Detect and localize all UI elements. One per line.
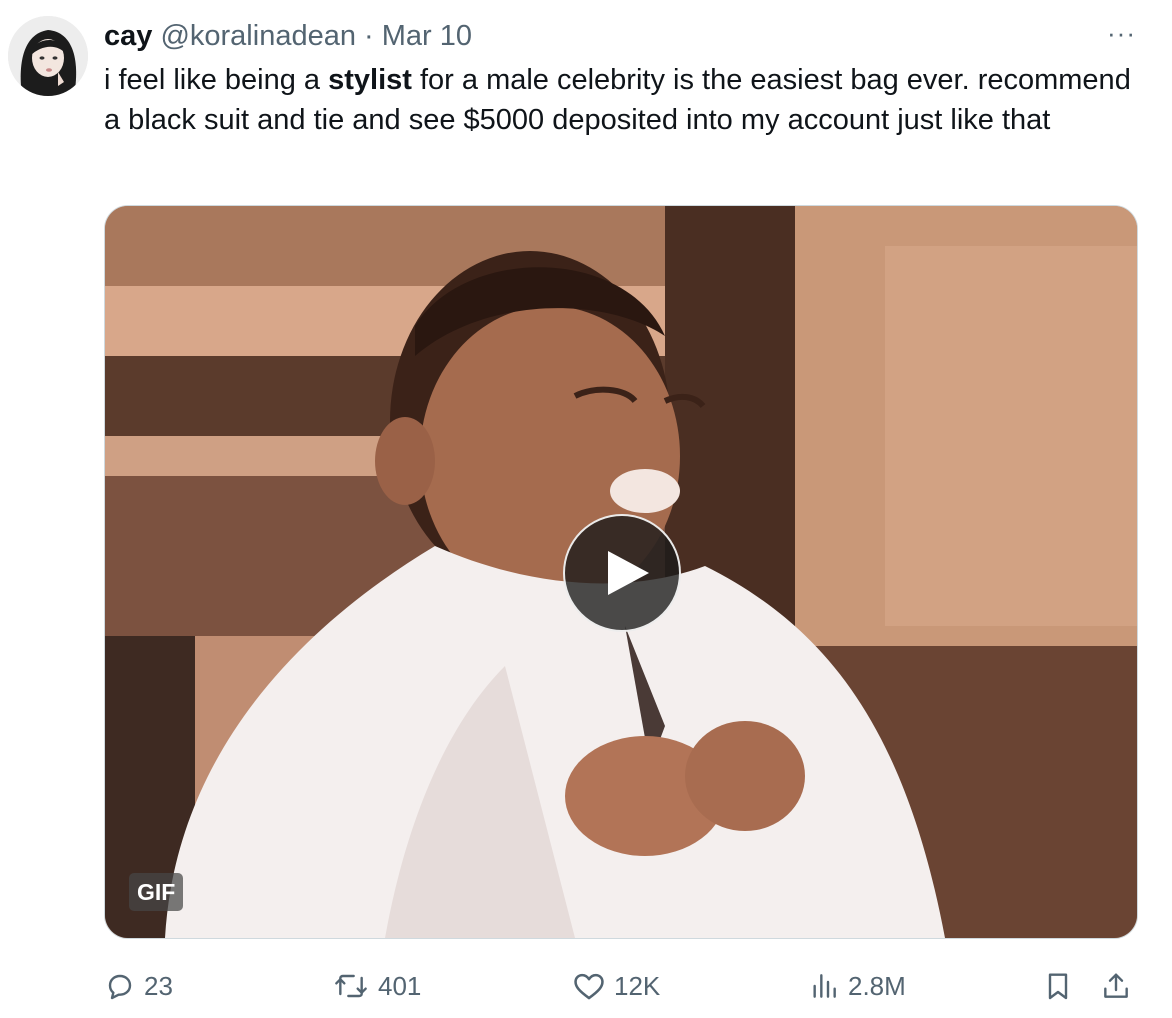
like-button[interactable]: 12K xyxy=(572,962,660,1010)
views-button[interactable]: 2.8M xyxy=(808,962,906,1010)
gif-badge: GIF xyxy=(129,873,184,911)
play-icon xyxy=(608,551,649,595)
heart-icon xyxy=(574,973,604,1000)
views-bar-chart-icon xyxy=(813,974,836,998)
play-button[interactable] xyxy=(563,514,681,632)
tweet-date[interactable]: Mar 10 xyxy=(382,20,472,52)
action-bar: 23 401 12K 2.8M xyxy=(104,962,1144,1010)
retweet-icon xyxy=(335,974,367,998)
share-icon xyxy=(1104,973,1128,998)
bookmark-button[interactable] xyxy=(1042,962,1074,1010)
tweet-header: cay @koralinadean · Mar 10 xyxy=(104,18,472,54)
tweet-text-bold: stylist xyxy=(328,64,412,96)
retweet-button[interactable]: 401 xyxy=(332,962,421,1010)
reply-icon xyxy=(108,974,132,1000)
reply-count: 23 xyxy=(144,970,173,1001)
share-button[interactable] xyxy=(1100,962,1132,1010)
tweet-text: i feel like being a stylist for a male c… xyxy=(104,60,1154,140)
reply-button[interactable]: 23 xyxy=(104,962,173,1010)
handle[interactable]: @koralinadean xyxy=(160,20,356,52)
display-name[interactable]: cay xyxy=(104,20,152,52)
view-count: 2.8M xyxy=(848,970,906,1001)
retweet-count: 401 xyxy=(378,970,422,1001)
avatar[interactable] xyxy=(8,16,88,96)
tweet-text-part: i feel like being a xyxy=(104,64,329,96)
gif-media[interactable]: GIF xyxy=(104,205,1138,939)
like-count: 12K xyxy=(614,970,661,1001)
avatar-image xyxy=(8,16,88,96)
separator: · xyxy=(364,20,374,52)
bookmark-icon xyxy=(1048,973,1068,1000)
more-options-icon[interactable]: ··· xyxy=(1107,20,1136,46)
